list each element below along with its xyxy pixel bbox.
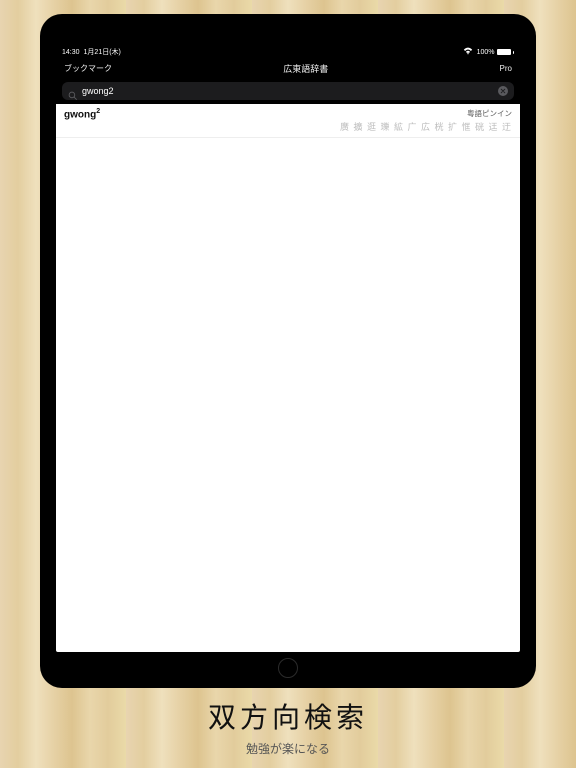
page-background: 14:30 1月21日(木) 100% ブックマーク 広東語辞書 Pro	[0, 0, 576, 768]
caption-title: 双方向検索	[0, 696, 576, 736]
entry-heading: gwong2	[64, 108, 100, 120]
nav-bar: ブックマーク 広東語辞書 Pro	[56, 58, 520, 78]
status-bar: 14:30 1月21日(木) 100%	[56, 46, 520, 58]
clear-search-button[interactable]	[498, 86, 508, 96]
marketing-caption: 双方向検索 勉強が楽になる	[0, 696, 576, 757]
result-row[interactable]: gwong2 粤語ピンイン 廣 擴 逛 瓅 絋 广 広 桄 扩 恇 硄 迋 迂	[56, 104, 520, 138]
search-icon	[68, 87, 77, 96]
kanji-list: 廣 擴 逛 瓅 絋 广 広 桄 扩 恇 硄 迋 迂	[340, 120, 512, 133]
status-time: 14:30	[62, 49, 80, 56]
battery-indicator: 100%	[477, 49, 514, 56]
battery-percent: 100%	[477, 49, 495, 56]
caption-subtitle: 勉強が楽になる	[0, 740, 576, 757]
search-input[interactable]	[82, 86, 493, 96]
home-button[interactable]	[278, 658, 298, 678]
reading-system-label: 粤語ピンイン	[340, 108, 512, 119]
results-area: gwong2 粤語ピンイン 廣 擴 逛 瓅 絋 广 広 桄 扩 恇 硄 迋 迂	[56, 104, 520, 652]
search-bar[interactable]	[62, 82, 514, 100]
status-date: 1月21日(木)	[84, 47, 121, 57]
app-title: 広東語辞書	[283, 62, 328, 75]
entry-base: gwong	[64, 109, 96, 120]
bookmarks-button[interactable]: ブックマーク	[64, 63, 112, 74]
tablet-frame: 14:30 1月21日(木) 100% ブックマーク 広東語辞書 Pro	[40, 14, 536, 688]
wifi-icon	[463, 47, 473, 57]
pro-button[interactable]: Pro	[500, 64, 512, 73]
entry-tone: 2	[96, 108, 100, 115]
screen: 14:30 1月21日(木) 100% ブックマーク 広東語辞書 Pro	[56, 46, 520, 652]
